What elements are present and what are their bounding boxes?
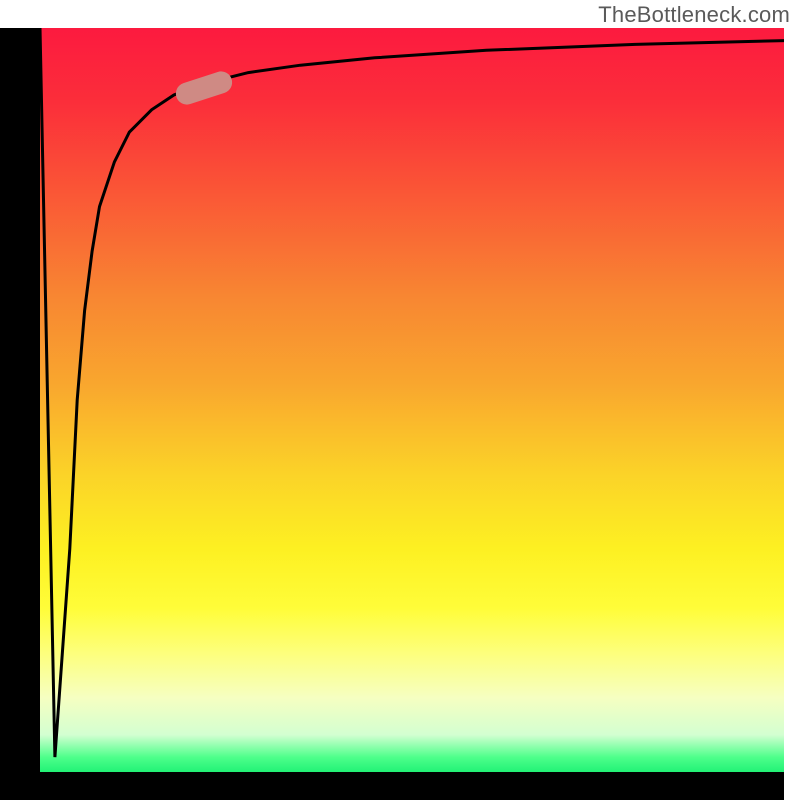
x-axis-bar [0, 771, 784, 800]
bottleneck-curve [40, 28, 784, 772]
y-axis-bar [0, 28, 40, 772]
watermark-text: TheBottleneck.com [598, 2, 790, 28]
chart-plot-area [40, 28, 784, 772]
